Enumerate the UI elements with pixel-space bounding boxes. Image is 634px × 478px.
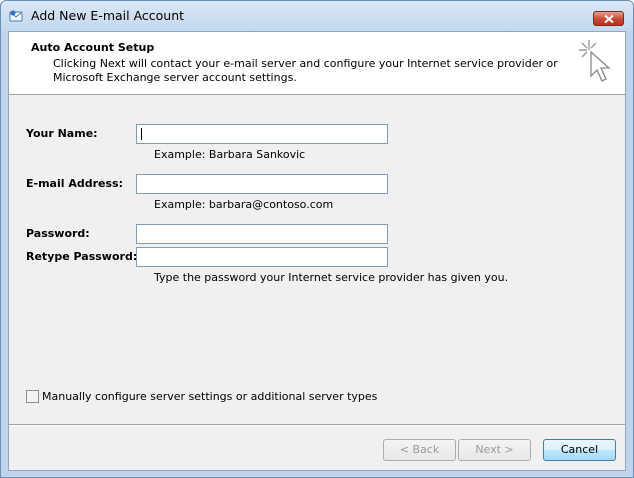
text-caret [141,128,142,140]
window-title: Add New E-mail Account [31,8,185,23]
password-label: Password: [26,227,90,240]
cancel-button[interactable]: Cancel [543,439,616,461]
retype-password-input[interactable] [136,247,388,267]
manual-config-label[interactable]: Manually configure server settings or ad… [42,390,377,403]
email-example: Example: barbara@contoso.com [154,198,334,211]
your-name-input[interactable] [136,124,388,144]
envelope-icon [9,10,23,22]
password-hint: Type the password your Internet service … [154,271,509,284]
close-icon [604,15,614,23]
page-title: Auto Account Setup [31,41,155,54]
close-button[interactable] [593,11,624,26]
footer-separator [9,424,625,426]
your-name-label: Your Name: [26,127,98,140]
email-address-input[interactable] [136,174,388,194]
wand-cursor-icon [579,40,611,82]
title-bar[interactable]: Add New E-mail Account [1,1,633,31]
dialog-client-area: Auto Account Setup Clicking Next will co… [8,31,626,471]
password-input[interactable] [136,224,388,244]
page-description: Clicking Next will contact your e-mail s… [53,57,558,84]
next-button[interactable]: Next > [458,439,531,461]
back-button[interactable]: < Back [383,439,456,461]
dialog-window: Add New E-mail Account Auto Account Setu… [0,0,634,478]
manual-config-checkbox[interactable] [26,390,39,403]
retype-password-label: Retype Password: [26,250,138,263]
name-example: Example: Barbara Sankovic [154,148,306,161]
email-address-label: E-mail Address: [26,177,123,190]
wizard-header: Auto Account Setup Clicking Next will co… [9,32,625,95]
